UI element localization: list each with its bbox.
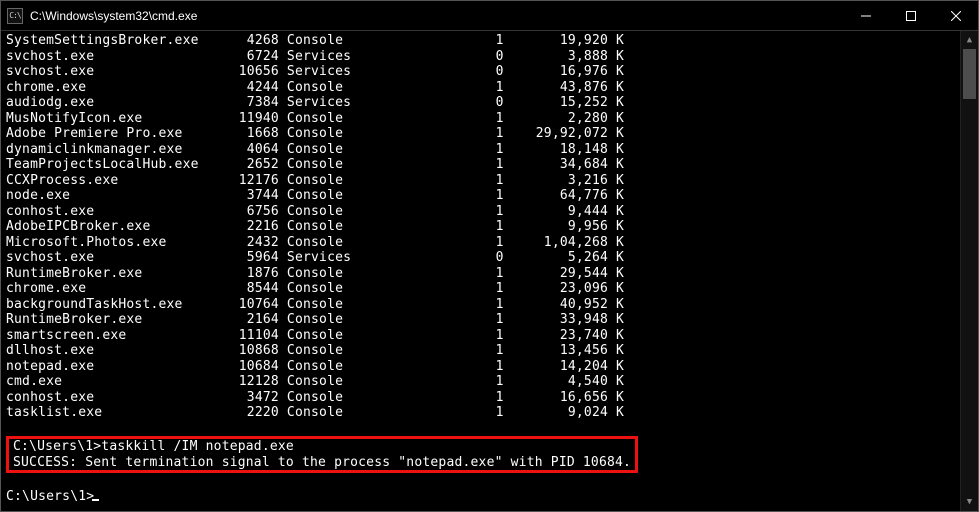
titlebar-controls (843, 1, 978, 30)
titlebar: C:\ C:\Windows\system32\cmd.exe (1, 1, 978, 31)
cmd-icon: C:\ (7, 8, 23, 24)
scrollbar[interactable]: ▲ ▼ (960, 31, 978, 511)
terminal-area: SystemSettingsBroker.exe 4268 Console 1 … (1, 31, 978, 511)
highlighted-command-block: C:\Users\1>taskkill /IM notepad.exe SUCC… (6, 436, 638, 473)
titlebar-left: C:\ C:\Windows\system32\cmd.exe (1, 8, 197, 24)
maximize-button[interactable] (888, 1, 933, 30)
minimize-button[interactable] (843, 1, 888, 30)
process-list: SystemSettingsBroker.exe 4268 Console 1 … (6, 33, 624, 420)
terminal-output[interactable]: SystemSettingsBroker.exe 4268 Console 1 … (1, 31, 960, 511)
scrollbar-track[interactable] (961, 49, 978, 493)
cmd-window: C:\ C:\Windows\system32\cmd.exe SystemSe… (0, 0, 979, 512)
close-button[interactable] (933, 1, 978, 30)
scroll-up-button[interactable]: ▲ (961, 31, 978, 49)
scrollbar-thumb[interactable] (963, 49, 976, 99)
prompt-input-line[interactable]: C:\Users\1> (6, 489, 94, 504)
window-title: C:\Windows\system32\cmd.exe (30, 9, 197, 23)
text-cursor (92, 499, 99, 501)
scroll-down-button[interactable]: ▼ (961, 493, 978, 511)
